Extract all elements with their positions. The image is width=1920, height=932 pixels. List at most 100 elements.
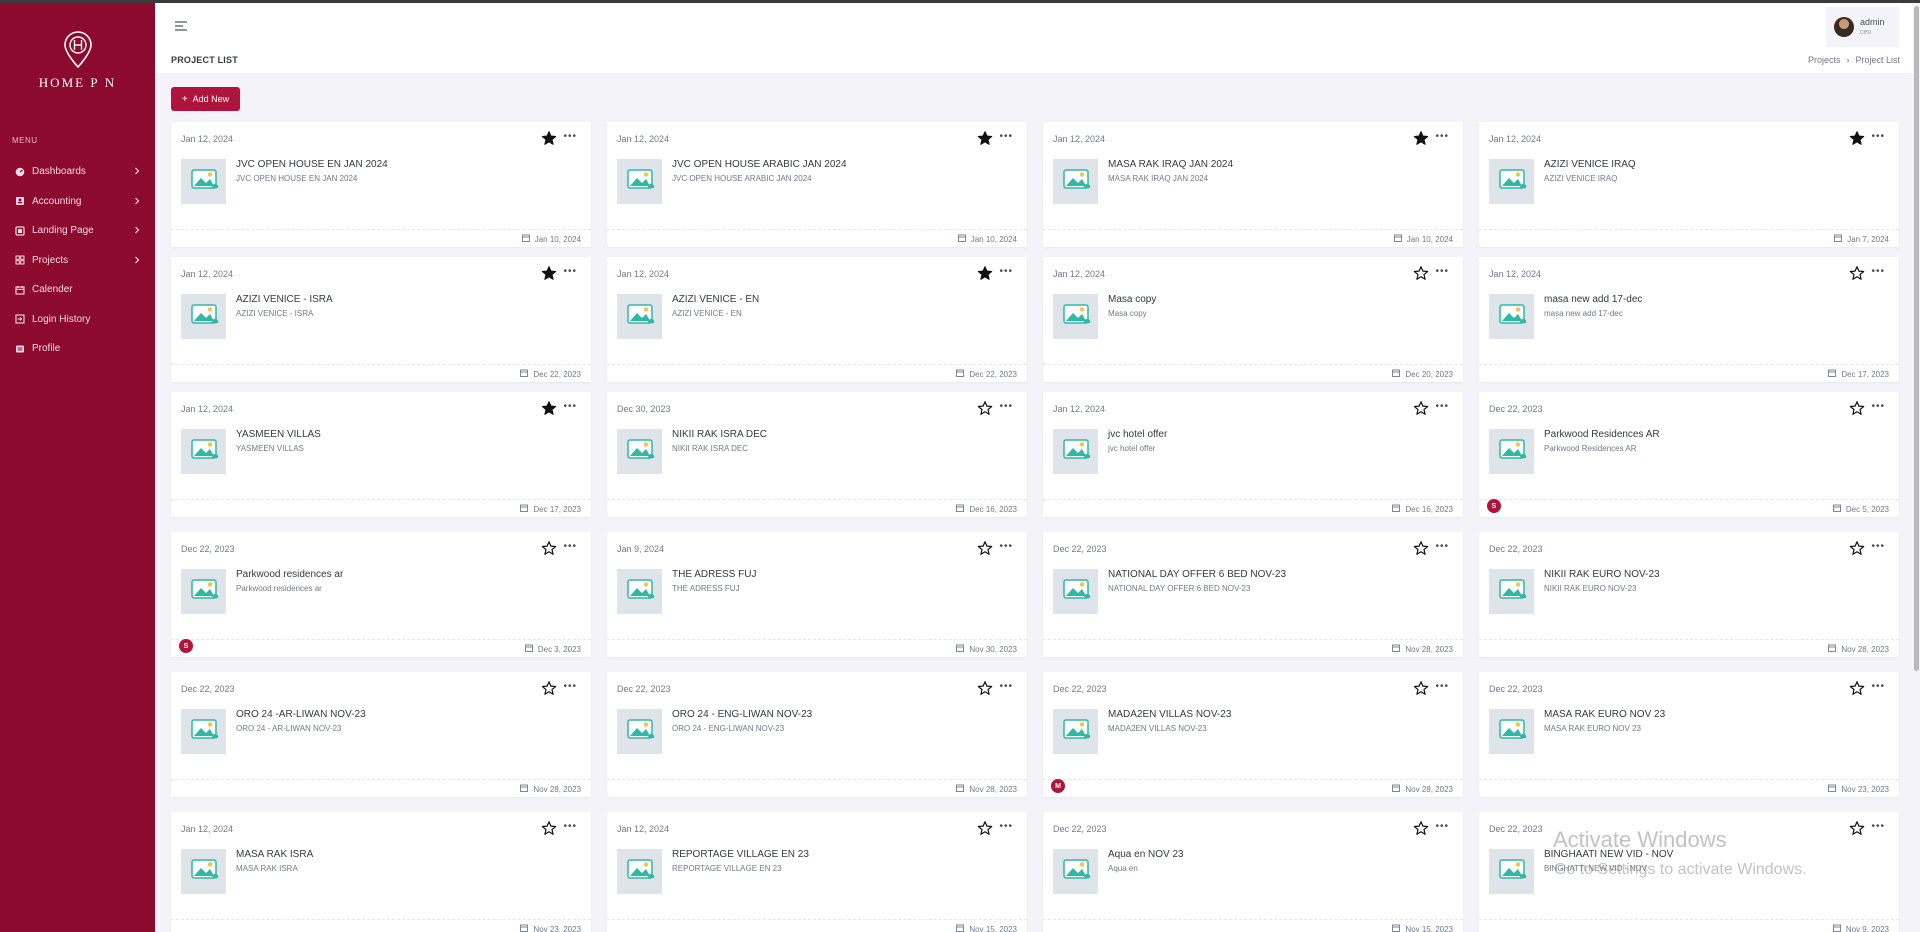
sidebar-item-calender[interactable]: Calender [0,275,155,305]
project-card[interactable]: Jan 12, 2024 ••• AZIZI VENICE IRAQ AZIZI VE… [1479,122,1899,247]
project-card[interactable]: Jan 9, 2024 ••• THE ADRESS FUJ THE ADRESS F… [607,532,1027,657]
project-card[interactable]: Dec 22, 2023 ••• NATIONAL DAY OFFER 6 BED … [1043,532,1463,657]
star-filled-icon[interactable] [541,265,557,281]
star-outline-icon[interactable] [1413,820,1429,836]
star-filled-icon[interactable] [977,130,993,146]
star-outline-icon[interactable] [1849,820,1865,836]
more-options-icon[interactable]: ••• [563,681,577,692]
more-options-icon[interactable]: ••• [1435,681,1449,692]
project-card[interactable]: Jan 12, 2024 ••• Masa copy Masa copy Dec 20,… [1043,257,1463,382]
project-name[interactable]: AZIZI VENICE IRAQ [1544,159,1636,170]
more-options-icon[interactable]: ••• [1435,131,1449,142]
more-options-icon[interactable]: ••• [1871,821,1885,832]
project-name[interactable]: Parkwood residences ar [236,569,343,580]
star-outline-icon[interactable] [977,820,993,836]
project-card[interactable]: Jan 12, 2024 ••• JVC OPEN HOUSE ARABIC JAN… [607,122,1027,247]
project-card[interactable]: Jan 12, 2024 ••• MASA RAK ISRA MASA RAK ISR… [171,812,591,932]
project-name[interactable]: REPORTAGE VILLAGE EN 23 [672,849,809,860]
star-filled-icon[interactable] [1849,130,1865,146]
sidebar-item-login-history[interactable]: Login History [0,305,155,335]
more-options-icon[interactable]: ••• [999,131,1013,142]
more-options-icon[interactable]: ••• [563,266,577,277]
more-options-icon[interactable]: ••• [1871,681,1885,692]
sidebar-item-dashboards[interactable]: Dashboards [0,157,155,187]
project-card[interactable]: Dec 22, 2023 ••• MASA RAK EURO NOV 23 MASA … [1479,672,1899,797]
project-name[interactable]: THE ADRESS FUJ [672,569,756,580]
more-options-icon[interactable]: ••• [999,681,1013,692]
project-name[interactable]: AZIZI VENICE - EN [672,294,759,305]
star-filled-icon[interactable] [1413,130,1429,146]
star-outline-icon[interactable] [977,540,993,556]
member-avatar-badge[interactable]: S [179,639,193,653]
star-outline-icon[interactable] [1413,680,1429,696]
more-options-icon[interactable]: ••• [1871,401,1885,412]
project-name[interactable]: AZIZI VENICE - ISRA [236,294,333,305]
project-name[interactable]: JVC OPEN HOUSE ARABIC JAN 2024 [672,159,847,170]
star-outline-icon[interactable] [977,680,993,696]
project-card[interactable]: Jan 12, 2024 ••• jvc hotel offer jvc hotel … [1043,392,1463,517]
scrollbar-thumb[interactable] [1914,6,1919,671]
more-options-icon[interactable]: ••• [1435,541,1449,552]
star-outline-icon[interactable] [1413,265,1429,281]
project-name[interactable]: Parkwood Residences AR [1544,429,1660,440]
project-name[interactable]: NIKII RAK ISRA DEC [672,429,767,440]
star-outline-icon[interactable] [977,400,993,416]
project-card[interactable]: Jan 12, 2024 ••• AZIZI VENICE - EN AZIZI VE… [607,257,1027,382]
project-name[interactable]: jvc hotel offer [1108,429,1167,440]
user-menu[interactable]: admin ceo [1826,7,1899,47]
star-outline-icon[interactable] [1849,400,1865,416]
project-card[interactable]: Dec 22, 2023 ••• NIKII RAK EURO NOV-23 NIKI… [1479,532,1899,657]
star-outline-icon[interactable] [1849,540,1865,556]
project-card[interactable]: Dec 22, 2023 ••• Parkwood Residences AR Par… [1479,392,1899,517]
project-name[interactable]: NIKII RAK EURO NOV-23 [1544,569,1660,580]
project-card[interactable]: Jan 12, 2024 ••• MASA RAK IRAQ JAN 2024 MAS… [1043,122,1463,247]
more-options-icon[interactable]: ••• [1871,541,1885,552]
star-filled-icon[interactable] [977,265,993,281]
star-outline-icon[interactable] [541,820,557,836]
project-name[interactable]: ORO 24 -AR-LIWAN NOV-23 [236,709,366,720]
more-options-icon[interactable]: ••• [999,541,1013,552]
project-name[interactable]: Masa copy [1108,294,1156,305]
project-card[interactable]: Jan 12, 2024 ••• REPORTAGE VILLAGE EN 23 RE… [607,812,1027,932]
sidebar-item-profile[interactable]: Profile [0,334,155,364]
project-name[interactable]: JVC OPEN HOUSE EN JAN 2024 [236,159,388,170]
sidebar-item-landing-page[interactable]: Landing Page [0,216,155,246]
member-avatar-badge[interactable]: S [1487,499,1501,513]
more-options-icon[interactable]: ••• [999,401,1013,412]
star-outline-icon[interactable] [1413,540,1429,556]
project-card[interactable]: Dec 22, 2023 ••• ORO 24 -AR-LIWAN NOV-23 OR… [171,672,591,797]
project-card[interactable]: Dec 30, 2023 ••• NIKII RAK ISRA DEC NIKII R… [607,392,1027,517]
member-avatar-badge[interactable]: M [1051,779,1065,793]
star-outline-icon[interactable] [1849,680,1865,696]
page-scrollbar[interactable] [1913,3,1920,932]
more-options-icon[interactable]: ••• [1871,131,1885,142]
project-name[interactable]: Aqua en NOV 23 [1108,849,1184,860]
more-options-icon[interactable]: ••• [999,821,1013,832]
sidebar-item-projects[interactable]: Projects [0,246,155,276]
sidebar-item-accounting[interactable]: Accounting [0,187,155,217]
logo[interactable]: HOME P N [0,31,155,91]
project-card[interactable]: Jan 12, 2024 ••• masa new add 17-dec masa n… [1479,257,1899,382]
star-filled-icon[interactable] [541,130,557,146]
project-name[interactable]: MADA2EN VILLAS NOV-23 [1108,709,1231,720]
project-name[interactable]: NATIONAL DAY OFFER 6 BED NOV-23 [1108,569,1286,580]
project-name[interactable]: MASA RAK EURO NOV 23 [1544,709,1665,720]
more-options-icon[interactable]: ••• [563,401,577,412]
project-card[interactable]: Jan 12, 2024 ••• AZIZI VENICE - ISRA AZIZI … [171,257,591,382]
project-card[interactable]: Dec 22, 2023 ••• MADA2EN VILLAS NOV-23 MADA… [1043,672,1463,797]
star-outline-icon[interactable] [1413,400,1429,416]
more-options-icon[interactable]: ••• [563,821,577,832]
project-card[interactable]: Dec 22, 2023 ••• Aqua en NOV 23 Aqua en Nov … [1043,812,1463,932]
project-name[interactable]: YASMEEN VILLAS [236,429,321,440]
add-new-button[interactable]: + Add New [171,87,240,111]
breadcrumb-projects-link[interactable]: Projects [1808,55,1841,65]
project-name[interactable]: MASA RAK IRAQ JAN 2024 [1108,159,1233,170]
star-outline-icon[interactable] [1849,265,1865,281]
project-name[interactable]: masa new add 17-dec [1544,294,1642,305]
star-filled-icon[interactable] [541,400,557,416]
project-card[interactable]: Jan 12, 2024 ••• YASMEEN VILLAS YASMEEN VIL… [171,392,591,517]
more-options-icon[interactable]: ••• [1435,266,1449,277]
hamburger-menu-icon[interactable] [174,20,188,32]
more-options-icon[interactable]: ••• [1871,266,1885,277]
project-name[interactable]: ORO 24 - ENG-LIWAN NOV-23 [672,709,812,720]
